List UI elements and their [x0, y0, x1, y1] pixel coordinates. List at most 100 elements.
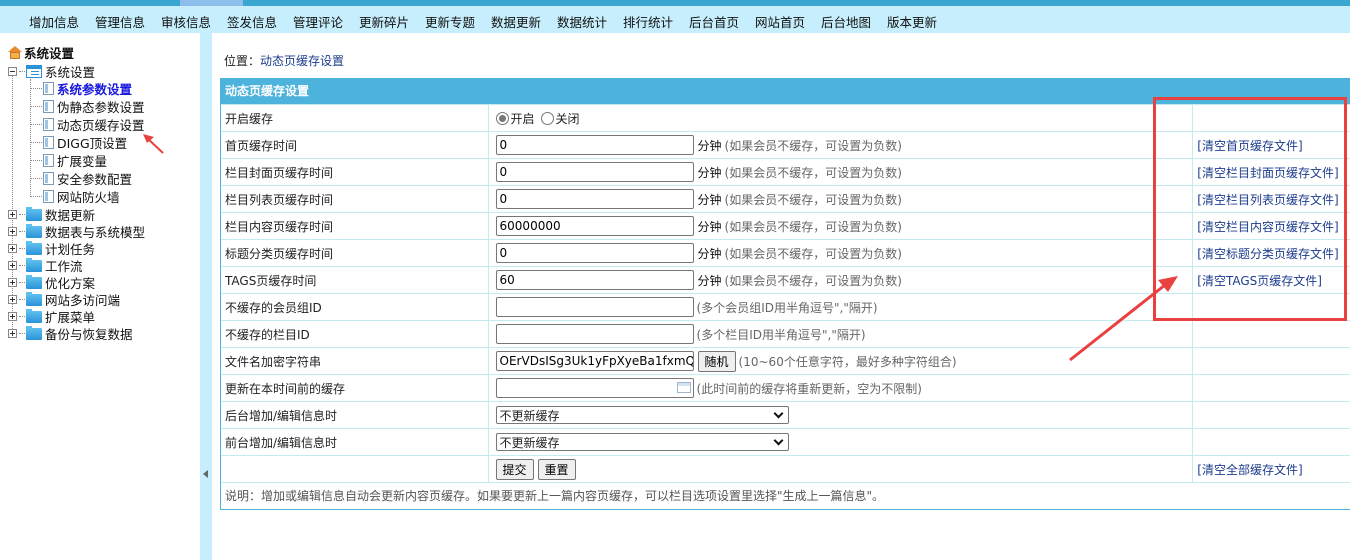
menu-review-info[interactable]: 审核信息: [161, 12, 211, 31]
menu-data-stats[interactable]: 数据统计: [557, 12, 607, 31]
reset-button[interactable]: 重置: [537, 458, 576, 480]
tree-item-extend-vars[interactable]: 扩展变量: [30, 151, 107, 170]
menu-manage-comments[interactable]: 管理评论: [293, 12, 343, 31]
folder-icon: [26, 257, 42, 272]
field-label: 不缓存的会员组ID: [221, 294, 489, 320]
expand-icon[interactable]: [8, 227, 17, 236]
menu-ranking-stats[interactable]: 排行统计: [623, 12, 673, 31]
row-no-cache-class: 不缓存的栏目ID (多个栏目ID用半角逗号","隔开): [221, 320, 1350, 347]
class-list-cache-input[interactable]: [495, 189, 694, 209]
menu-update-topics[interactable]: 更新专题: [425, 12, 475, 31]
tree-item-system-params[interactable]: 系统参数设置: [30, 79, 132, 98]
menu-add-info[interactable]: 增加信息: [29, 12, 79, 31]
field-label: 栏目内容页缓存时间: [221, 213, 489, 239]
clear-title-type-cache-link[interactable]: [清空标题分类页缓存文件]: [1197, 245, 1338, 262]
title-type-cache-input[interactable]: [495, 243, 694, 263]
hint-text: (如果会员不缓存，可设置为负数): [724, 138, 902, 153]
clear-all-cache-link[interactable]: [清空全部缓存文件]: [1197, 461, 1302, 478]
filename-key-input[interactable]: [495, 351, 694, 371]
page-icon: [43, 118, 54, 131]
tree-group-label: 备份与恢复数据: [45, 327, 133, 342]
random-key-button[interactable]: 随机: [697, 350, 736, 372]
tree-group-backup[interactable]: 备份与恢复数据: [8, 324, 133, 343]
no-cache-class-input[interactable]: [495, 324, 694, 344]
menu-update-fragments[interactable]: 更新碎片: [359, 12, 409, 31]
folder-icon: [26, 308, 42, 323]
collapse-sidebar-icon[interactable]: [203, 470, 208, 478]
tree-item-rewrite-params[interactable]: 伪静态参数设置: [30, 97, 145, 116]
field-label: 栏目封面页缓存时间: [221, 159, 489, 185]
expand-icon[interactable]: [8, 261, 17, 270]
tags-cache-input[interactable]: [495, 270, 694, 290]
clear-content-cache-link[interactable]: [清空栏目内容页缓存文件]: [1197, 218, 1338, 235]
clear-tags-cache-link[interactable]: [清空TAGS页缓存文件]: [1197, 272, 1322, 289]
class-cover-cache-input[interactable]: [495, 162, 694, 182]
tree-root[interactable]: 系统设置: [8, 43, 74, 62]
tree-item-security[interactable]: 安全参数配置: [30, 169, 132, 188]
row-no-cache-group: 不缓存的会员组ID (多个会员组ID用半角逗号","隔开): [221, 293, 1350, 320]
expand-icon[interactable]: [8, 244, 17, 253]
content-cache-input[interactable]: [495, 216, 694, 236]
submit-button[interactable]: 提交: [495, 458, 534, 480]
tree-root-label: 系统设置: [24, 46, 75, 61]
row-enable-cache: 开启缓存 开启 关闭: [221, 104, 1350, 131]
top-menu-bar: 增加信息 管理信息 审核信息 签发信息 管理评论 更新碎片 更新专题 数据更新 …: [0, 6, 1350, 33]
field-label: 首页缓存时间: [221, 132, 489, 158]
hint-text: (如果会员不缓存，可设置为负数): [724, 165, 902, 180]
menu-site-home[interactable]: 网站首页: [755, 12, 805, 31]
hint-text: (此时间前的缓存将重新更新，空为不限制): [696, 381, 922, 396]
hint-text: (如果会员不缓存，可设置为负数): [724, 273, 902, 288]
clear-class-list-cache-link[interactable]: [清空栏目列表页缓存文件]: [1197, 191, 1338, 208]
menu-manage-info[interactable]: 管理信息: [95, 12, 145, 31]
main-content: 位置：动态页缓存设置 动态页缓存设置 开启缓存 开启 关闭 首页缓存时间 分钟(…: [212, 33, 1350, 560]
calendar-icon[interactable]: [676, 382, 691, 393]
row-class-cover-cache: 栏目封面页缓存时间 分钟(如果会员不缓存，可设置为负数) [清空栏目封面页缓存文…: [221, 158, 1350, 185]
field-label: 前台增加/编辑信息时: [221, 429, 489, 455]
folder-icon: [26, 291, 42, 306]
expand-icon[interactable]: [8, 210, 17, 219]
hint-text: (多个栏目ID用半角逗号","隔开): [696, 327, 866, 342]
sidebar-splitter[interactable]: [200, 33, 212, 560]
tree-item-dynamic-cache[interactable]: 动态页缓存设置: [30, 115, 145, 134]
chevron-down-icon: [773, 435, 783, 445]
sidebar-tree: 系统设置 系统设置 系统参数设置 伪静态参数设置 动态页缓存设置 DIGG顶设置…: [0, 33, 200, 560]
breadcrumb-current[interactable]: 动态页缓存设置: [260, 54, 344, 68]
expand-icon[interactable]: [8, 295, 17, 304]
row-front-edit: 前台增加/编辑信息时 不更新缓存: [221, 428, 1350, 455]
radio-enable-off[interactable]: 关闭: [540, 110, 580, 127]
front-edit-select[interactable]: 不更新缓存: [495, 433, 789, 451]
expand-icon[interactable]: [8, 278, 17, 287]
admin-edit-select[interactable]: 不更新缓存: [495, 406, 789, 424]
folder-icon: [26, 240, 42, 255]
menu-admin-map[interactable]: 后台地图: [821, 12, 871, 31]
field-label: TAGS页缓存时间: [221, 267, 489, 293]
cache-settings-panel: 动态页缓存设置 开启缓存 开启 关闭 首页缓存时间 分钟(如果会员不缓存，可设置…: [220, 78, 1350, 510]
tree-item-digg[interactable]: DIGG顶设置: [30, 133, 127, 152]
unit-label: 分钟: [697, 273, 722, 288]
unit-label: 分钟: [697, 165, 722, 180]
tree-item-label: 网站防火墙: [57, 190, 120, 205]
tree-item-firewall[interactable]: 网站防火墙: [30, 187, 120, 206]
page-icon: [43, 154, 54, 167]
row-update-before: 更新在本时间前的缓存 (此时间前的缓存将重新更新，空为不限制): [221, 374, 1350, 401]
folder-icon: [26, 325, 42, 340]
unit-label: 分钟: [697, 192, 722, 207]
home-icon: [8, 46, 22, 59]
radio-enable-on[interactable]: 开启: [495, 110, 535, 127]
page-icon: [43, 82, 54, 95]
collapse-icon[interactable]: [8, 67, 17, 76]
expand-icon[interactable]: [8, 312, 17, 321]
menu-data-update[interactable]: 数据更新: [491, 12, 541, 31]
no-cache-group-input[interactable]: [495, 297, 694, 317]
unit-label: 分钟: [697, 246, 722, 261]
menu-sign-info[interactable]: 签发信息: [227, 12, 277, 31]
clear-class-cover-cache-link[interactable]: [清空栏目封面页缓存文件]: [1197, 164, 1338, 181]
update-before-date-input[interactable]: [495, 378, 694, 398]
tree-item-label: DIGG顶设置: [57, 136, 128, 151]
menu-version-update[interactable]: 版本更新: [887, 12, 937, 31]
menu-admin-home[interactable]: 后台首页: [689, 12, 739, 31]
expand-icon[interactable]: [8, 329, 17, 338]
tree-item-label: 系统参数设置: [57, 82, 133, 97]
home-cache-input[interactable]: [495, 135, 694, 155]
clear-home-cache-link[interactable]: [清空首页缓存文件]: [1197, 137, 1302, 154]
